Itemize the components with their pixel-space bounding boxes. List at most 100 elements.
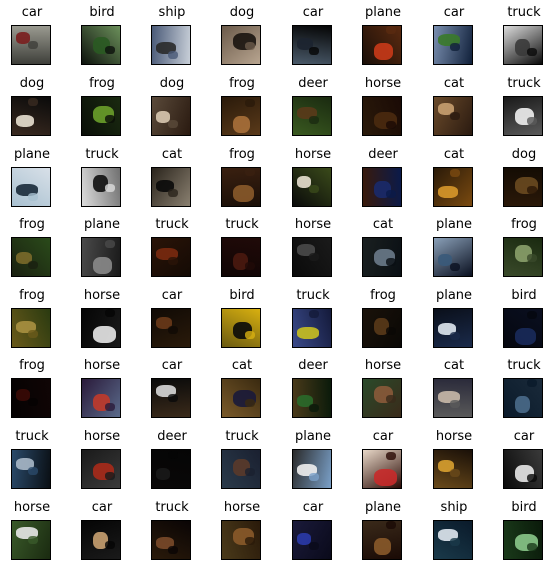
image-thumbnail bbox=[433, 237, 473, 277]
image-label: cat bbox=[443, 76, 465, 91]
image-label: ship bbox=[440, 500, 468, 515]
image-thumbnail bbox=[11, 378, 51, 418]
image-thumbnail bbox=[503, 237, 543, 277]
grid-cell: plane bbox=[0, 147, 67, 217]
image-thumbnail bbox=[433, 378, 473, 418]
image-thumbnail bbox=[503, 520, 543, 560]
grid-cell: plane bbox=[348, 500, 418, 570]
grid-cell: plane bbox=[348, 5, 418, 75]
image-label: horse bbox=[294, 147, 332, 162]
grid-cell: bird bbox=[67, 5, 137, 75]
grid-cell: deer bbox=[278, 76, 348, 146]
image-thumbnail bbox=[292, 520, 332, 560]
grid-cell: horse bbox=[67, 288, 137, 358]
image-label: truck bbox=[225, 429, 259, 444]
image-label: frog bbox=[19, 358, 45, 373]
image-label: truck bbox=[507, 358, 541, 373]
grid-cell: car bbox=[278, 500, 348, 570]
image-label: frog bbox=[19, 288, 45, 303]
image-thumbnail bbox=[292, 96, 332, 136]
image-label: frog bbox=[19, 217, 45, 232]
grid-cell: truck bbox=[489, 5, 552, 75]
image-label: truck bbox=[155, 217, 189, 232]
image-thumbnail bbox=[11, 520, 51, 560]
grid-cell: horse bbox=[348, 358, 418, 428]
image-thumbnail bbox=[151, 449, 191, 489]
image-label: car bbox=[161, 358, 183, 373]
image-label: deer bbox=[298, 358, 328, 373]
image-thumbnail bbox=[151, 520, 191, 560]
grid-cell: frog bbox=[207, 147, 277, 217]
grid-cell: truck bbox=[489, 358, 552, 428]
image-thumbnail bbox=[503, 96, 543, 136]
grid-cell: car bbox=[137, 288, 207, 358]
image-thumbnail bbox=[81, 167, 121, 207]
grid-cell: horse bbox=[348, 76, 418, 146]
image-label: plane bbox=[83, 217, 121, 232]
image-thumbnail bbox=[362, 25, 402, 65]
image-thumbnail bbox=[221, 449, 261, 489]
image-thumbnail bbox=[433, 520, 473, 560]
image-thumbnail bbox=[292, 237, 332, 277]
image-label: frog bbox=[370, 288, 396, 303]
image-thumbnail bbox=[151, 167, 191, 207]
image-thumbnail bbox=[221, 237, 261, 277]
grid-cell: frog bbox=[0, 358, 67, 428]
image-thumbnail bbox=[433, 449, 473, 489]
image-thumbnail bbox=[292, 308, 332, 348]
grid-cell: plane bbox=[419, 288, 489, 358]
grid-cell: car bbox=[489, 429, 552, 499]
image-thumbnail bbox=[292, 449, 332, 489]
image-label: frog bbox=[229, 76, 255, 91]
grid-cell: horse bbox=[0, 500, 67, 570]
image-label: car bbox=[161, 288, 183, 303]
image-label: deer bbox=[298, 76, 328, 91]
grid-cell: bird bbox=[207, 288, 277, 358]
image-label: plane bbox=[364, 500, 402, 515]
image-thumbnail bbox=[362, 520, 402, 560]
image-label: car bbox=[372, 429, 394, 444]
grid-cell: plane bbox=[278, 429, 348, 499]
image-label: truck bbox=[85, 147, 119, 162]
image-label: bird bbox=[511, 288, 537, 303]
grid-cell: dog bbox=[0, 76, 67, 146]
image-thumbnail bbox=[292, 167, 332, 207]
image-label: car bbox=[443, 5, 465, 20]
grid-cell: frog bbox=[0, 217, 67, 287]
grid-cell: car bbox=[67, 500, 137, 570]
grid-cell: bird bbox=[489, 288, 552, 358]
image-thumbnail bbox=[362, 378, 402, 418]
image-thumbnail bbox=[362, 237, 402, 277]
image-thumbnail bbox=[503, 449, 543, 489]
image-label: truck bbox=[225, 217, 259, 232]
image-label: truck bbox=[155, 500, 189, 515]
image-thumbnail bbox=[151, 308, 191, 348]
image-thumbnail bbox=[362, 449, 402, 489]
image-label: cat bbox=[161, 147, 183, 162]
grid-cell: cat bbox=[348, 217, 418, 287]
image-label: car bbox=[91, 500, 113, 515]
image-thumbnail bbox=[433, 25, 473, 65]
image-label: truck bbox=[15, 429, 49, 444]
image-thumbnail bbox=[11, 449, 51, 489]
grid-cell: frog bbox=[67, 76, 137, 146]
image-thumbnail bbox=[292, 25, 332, 65]
image-thumbnail bbox=[81, 237, 121, 277]
image-label: plane bbox=[435, 288, 473, 303]
grid-cell: horse bbox=[419, 429, 489, 499]
image-label: deer bbox=[368, 147, 398, 162]
grid-cell: horse bbox=[67, 429, 137, 499]
image-thumbnail bbox=[362, 167, 402, 207]
image-label: dog bbox=[229, 5, 255, 20]
image-thumbnail bbox=[81, 449, 121, 489]
image-label: horse bbox=[364, 76, 402, 91]
image-label: cat bbox=[372, 217, 394, 232]
image-label: ship bbox=[158, 5, 186, 20]
image-label: horse bbox=[13, 500, 51, 515]
grid-cell: truck bbox=[67, 147, 137, 217]
grid-cell: cat bbox=[137, 147, 207, 217]
image-thumbnail bbox=[151, 96, 191, 136]
image-label: plane bbox=[294, 429, 332, 444]
image-thumbnail bbox=[81, 378, 121, 418]
grid-cell: cat bbox=[419, 147, 489, 217]
